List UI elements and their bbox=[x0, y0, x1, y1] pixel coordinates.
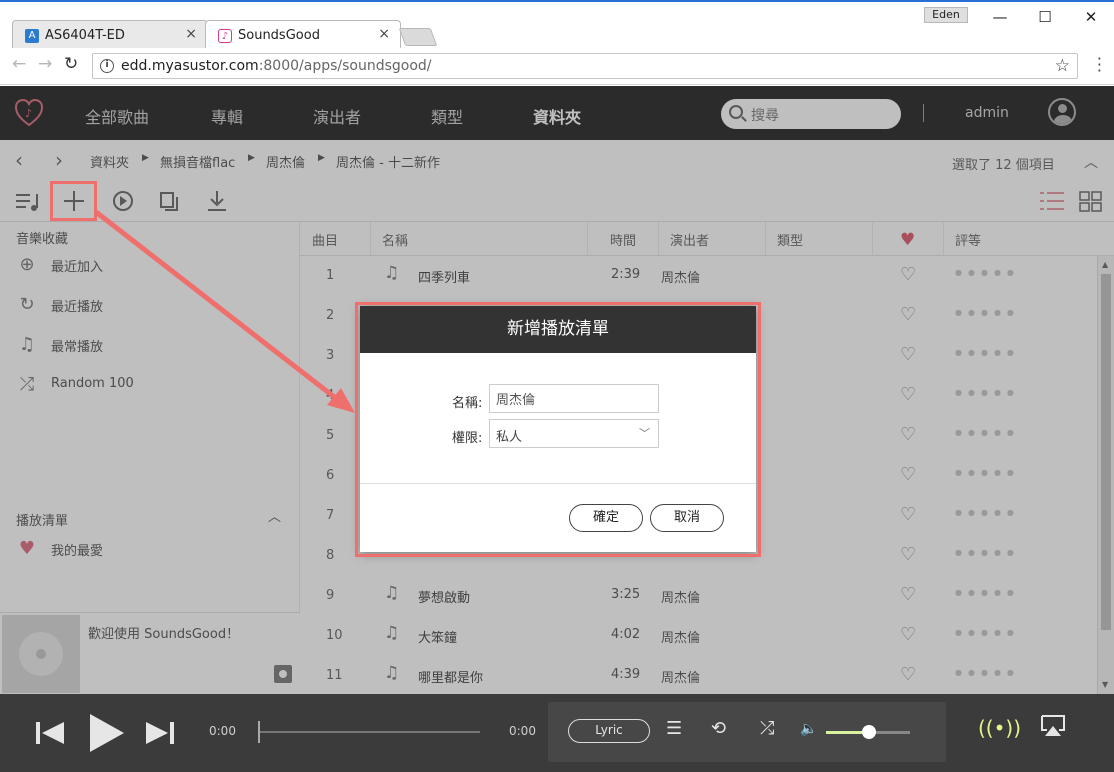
close-window-button[interactable]: ✕ bbox=[1068, 6, 1114, 28]
current-time: 0:00 bbox=[209, 724, 236, 738]
play-icon[interactable] bbox=[86, 712, 126, 754]
shuffle-icon[interactable]: ⤮ bbox=[760, 718, 774, 739]
player-controls-panel: Lyric ☰ ⟲ ⤮ 🔈 bbox=[548, 702, 946, 762]
forward-arrow-icon[interactable]: → bbox=[38, 54, 52, 74]
url-bar[interactable]: i edd.myasustor.com:8000/apps/soundsgood… bbox=[92, 53, 1078, 79]
tab-label: SoundsGood bbox=[238, 28, 320, 43]
airplay-icon[interactable] bbox=[1040, 714, 1066, 738]
browser-tab-soundsgood[interactable]: ♪ SoundsGood × bbox=[205, 20, 401, 50]
asustor-favicon-icon: A bbox=[25, 29, 39, 43]
next-track-icon[interactable] bbox=[144, 720, 176, 746]
new-tab-button[interactable] bbox=[398, 28, 438, 46]
address-bar-row: ← → ↻ i edd.myasustor.com:8000/apps/soun… bbox=[0, 48, 1114, 85]
previous-track-icon[interactable] bbox=[34, 720, 66, 746]
browser-tab-as6404t[interactable]: A AS6404T-ED × bbox=[12, 20, 208, 50]
minimize-button[interactable]: — bbox=[977, 6, 1023, 28]
url-text: edd.myasustor.com:8000/apps/soundsgood/ bbox=[121, 58, 432, 74]
lyric-button[interactable]: Lyric bbox=[568, 719, 650, 743]
player-bar: 0:00 0:00 Lyric ☰ ⟲ ⤮ 🔈 ((•)) bbox=[0, 694, 1114, 772]
tab-close-icon[interactable]: × bbox=[378, 26, 390, 42]
volume-slider[interactable] bbox=[826, 725, 910, 739]
highlight-add-button-box bbox=[50, 181, 97, 221]
back-arrow-icon[interactable]: ← bbox=[12, 54, 26, 74]
repeat-icon[interactable]: ⟲ bbox=[711, 718, 726, 739]
site-info-icon[interactable]: i bbox=[100, 59, 114, 73]
volume-icon[interactable]: 🔈 bbox=[800, 721, 817, 737]
playlist-queue-icon[interactable]: ☰ bbox=[666, 718, 682, 739]
soundsgood-favicon-icon: ♪ bbox=[218, 29, 232, 43]
browser-tabstrip: A AS6404T-ED × ♪ SoundsGood × Eden — ☐ ✕ bbox=[0, 0, 1114, 50]
maximize-button[interactable]: ☐ bbox=[1022, 6, 1068, 28]
highlight-dialog-box bbox=[355, 302, 761, 557]
total-time: 0:00 bbox=[509, 724, 536, 738]
volume-knob[interactable] bbox=[862, 725, 876, 739]
cast-broadcast-icon[interactable]: ((•)) bbox=[978, 716, 1021, 740]
reload-icon[interactable]: ↻ bbox=[64, 54, 78, 74]
browser-menu-icon[interactable]: · · · bbox=[1097, 51, 1102, 79]
tab-close-icon[interactable]: × bbox=[185, 26, 197, 42]
profile-badge[interactable]: Eden bbox=[924, 7, 968, 23]
progress-slider[interactable] bbox=[258, 721, 480, 743]
tab-label: AS6404T-ED bbox=[45, 28, 125, 43]
progress-knob[interactable] bbox=[258, 721, 260, 743]
bookmark-star-icon[interactable]: ☆ bbox=[1055, 56, 1070, 76]
